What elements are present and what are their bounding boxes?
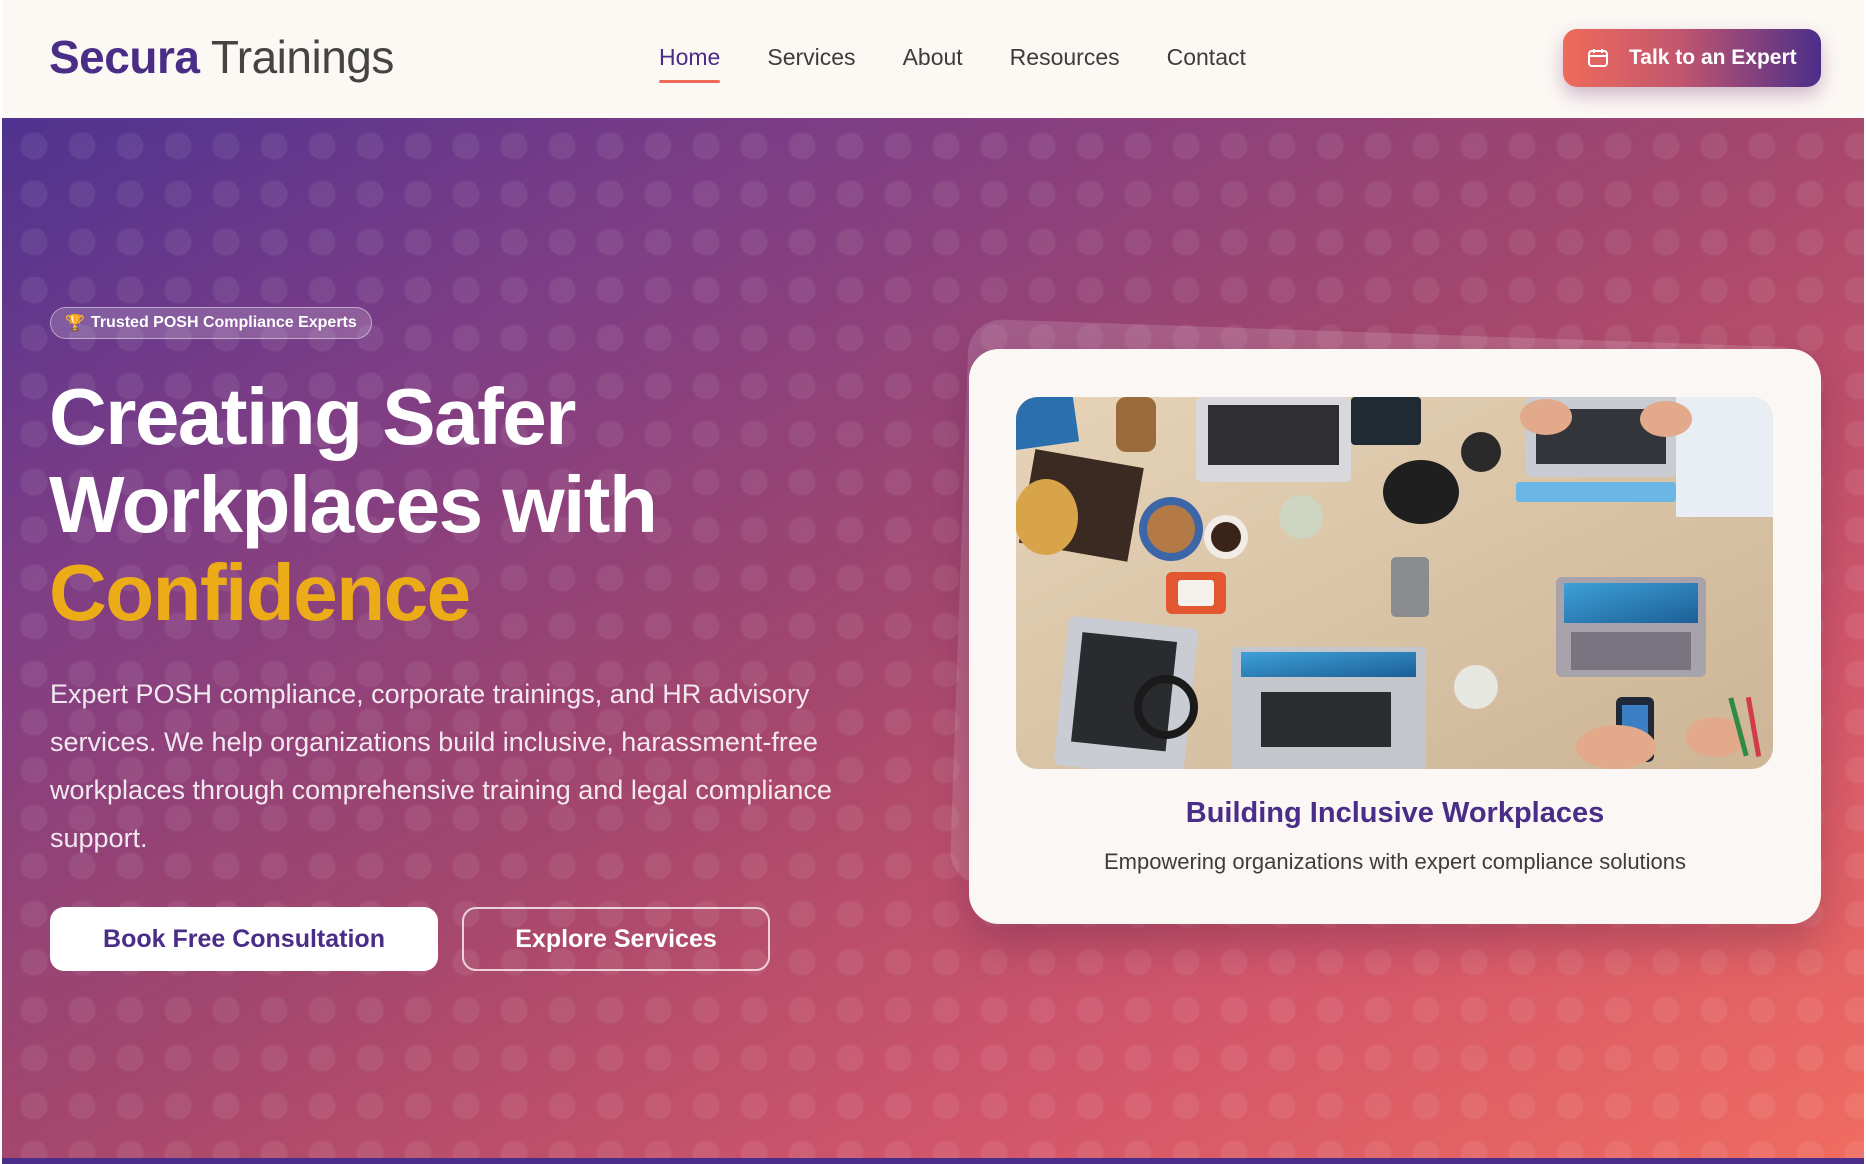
bottom-strip <box>2 1158 1864 1164</box>
hero-heading-line1: Creating Safer <box>49 372 576 461</box>
book-consultation-button[interactable]: Book Free Consultation <box>50 907 438 971</box>
hero-section: 🏆 Trusted POSH Compliance Experts Creati… <box>2 118 1864 1160</box>
hero-heading: Creating Safer Workplaces with Confidenc… <box>49 373 809 637</box>
card-subtitle: Empowering organizations with expert com… <box>1103 849 1687 874</box>
brand-logo[interactable]: Secura Trainings <box>49 30 394 84</box>
explore-services-button[interactable]: Explore Services <box>462 907 770 971</box>
brand-name-bold: Secura <box>49 31 200 83</box>
nav-link-contact[interactable]: Contact <box>1167 44 1246 83</box>
workspace-photo <box>1016 397 1773 769</box>
hero-heading-highlight: Confidence <box>49 548 471 637</box>
card-title: Building Inclusive Workplaces <box>1185 797 1605 829</box>
nav-link-home[interactable]: Home <box>659 44 721 83</box>
trust-badge: 🏆 Trusted POSH Compliance Experts <box>50 307 372 339</box>
nav-link-services[interactable]: Services <box>767 44 855 83</box>
nav-link-resources[interactable]: Resources <box>1010 44 1120 83</box>
top-navbar: Secura Trainings Home Services About Res… <box>2 0 1864 118</box>
feature-card: Building Inclusive Workplaces Empowering… <box>969 349 1821 924</box>
talk-to-expert-button[interactable]: Talk to an Expert <box>1563 29 1821 87</box>
brand-name-light: Trainings <box>199 31 395 83</box>
talk-to-expert-label: Talk to an Expert <box>1629 46 1797 69</box>
nav-links: Home Services About Resources Contact <box>659 44 1246 83</box>
trophy-icon: 🏆 <box>65 315 85 332</box>
hero-description: Expert POSH compliance, corporate traini… <box>50 679 832 853</box>
calendar-icon <box>1587 48 1609 68</box>
hero-heading-line2: Workplaces with <box>49 460 658 549</box>
nav-link-about[interactable]: About <box>903 44 963 83</box>
trust-badge-label: Trusted POSH Compliance Experts <box>90 314 357 331</box>
